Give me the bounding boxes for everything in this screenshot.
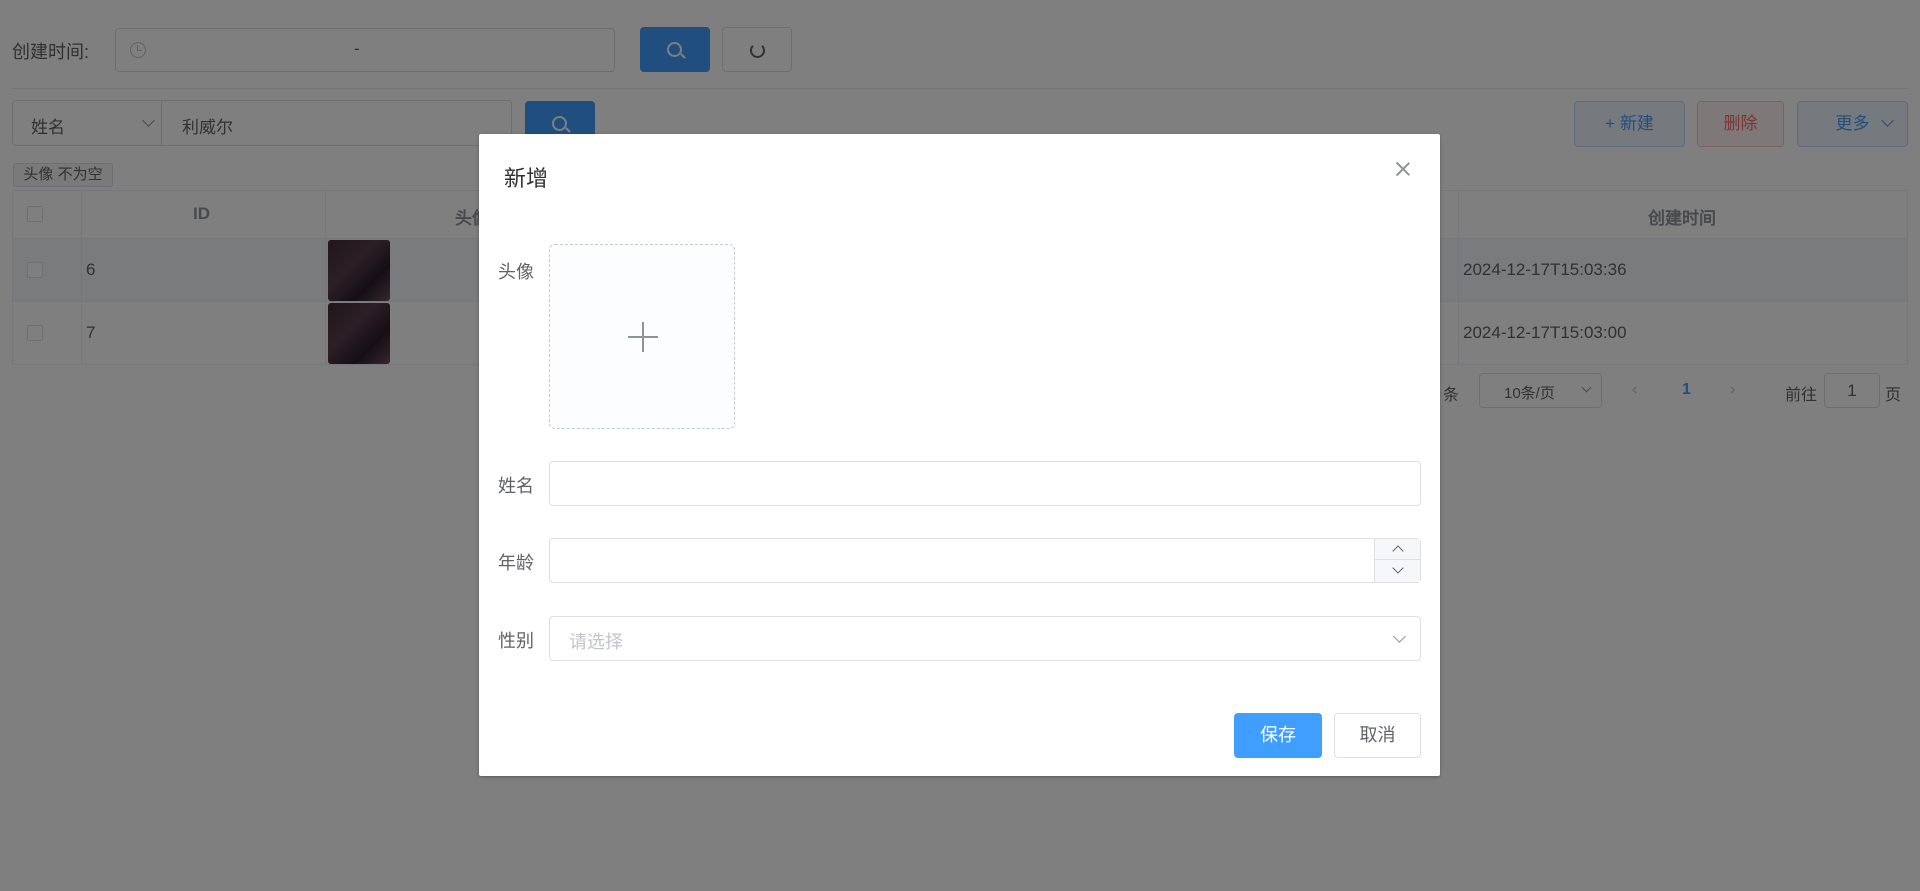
age-label: 年龄 <box>498 553 534 573</box>
name-input[interactable] <box>549 461 1421 506</box>
decrease-button[interactable] <box>1375 561 1421 582</box>
chevron-up-icon <box>1392 545 1404 557</box>
chevron-down-icon <box>1393 630 1406 643</box>
save-button[interactable]: 保存 <box>1234 713 1322 758</box>
add-dialog: 新增 头像 姓名 年龄 性别 请选择 保存 取消 <box>479 134 1440 776</box>
gender-label: 性别 <box>498 631 534 651</box>
close-icon[interactable] <box>1393 159 1413 179</box>
dialog-title: 新增 <box>504 166 549 191</box>
name-label: 姓名 <box>498 476 534 496</box>
age-stepper <box>1374 539 1421 582</box>
plus-icon <box>642 322 644 352</box>
increase-button[interactable] <box>1375 539 1421 560</box>
cancel-button[interactable]: 取消 <box>1334 713 1421 758</box>
gender-placeholder: 请选择 <box>569 632 623 652</box>
age-input[interactable] <box>549 538 1421 583</box>
chevron-down-icon <box>1392 562 1404 574</box>
gender-select[interactable]: 请选择 <box>549 616 1421 661</box>
avatar-label: 头像 <box>498 262 534 282</box>
avatar-uploader[interactable] <box>549 244 735 429</box>
